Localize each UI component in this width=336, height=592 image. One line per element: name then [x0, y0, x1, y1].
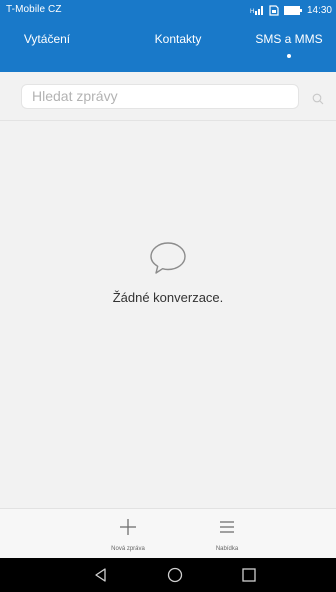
status-icons: H 14:30 [250, 3, 332, 17]
home-icon[interactable] [166, 566, 184, 589]
system-nav-bar [0, 558, 336, 592]
bottom-action-bar: Nová zpráva Nabídka [0, 508, 336, 559]
svg-text:H: H [250, 9, 254, 15]
clock: 14:30 [306, 4, 332, 16]
active-tab-indicator [287, 54, 291, 58]
carrier-name: T-Mobile CZ [6, 4, 62, 15]
back-icon[interactable] [92, 566, 110, 589]
tab-label: Vytáčení [23, 32, 71, 46]
search-icon[interactable] [312, 92, 324, 110]
sim-card-icon [269, 4, 279, 16]
search-placeholder: Hledat zprávy [32, 88, 118, 104]
divider [0, 120, 336, 121]
new-message-button[interactable]: Nová zpráva [88, 509, 168, 559]
tab-label: SMS a MMS [255, 32, 323, 46]
recents-icon[interactable] [240, 566, 258, 589]
tab-kontakty[interactable]: Kontakty [131, 22, 225, 64]
menu-label: Nabídka [215, 546, 239, 552]
search-input[interactable]: Hledat zprávy [21, 84, 299, 109]
chat-bubble-icon [148, 240, 188, 281]
empty-state-text: Žádné konverzace. [112, 290, 224, 305]
tab-sms-a-mms[interactable]: SMS a MMS [242, 22, 336, 64]
menu-button[interactable]: Nabídka [187, 509, 267, 559]
tab-bar: Vytáčení Kontakty SMS a MMS [0, 22, 336, 64]
app-header: T-Mobile CZ H 14:30 Vytáčení Kontakty SM… [0, 0, 336, 72]
status-bar: T-Mobile CZ H 14:30 [0, 0, 336, 22]
new-message-label: Nová zpráva [111, 546, 145, 552]
signal-icon: H [250, 5, 264, 15]
battery-icon [283, 5, 302, 15]
tab-vytaceni[interactable]: Vytáčení [0, 22, 94, 64]
tab-label: Kontakty [154, 32, 202, 46]
search-row: Hledat zprávy [0, 72, 336, 120]
